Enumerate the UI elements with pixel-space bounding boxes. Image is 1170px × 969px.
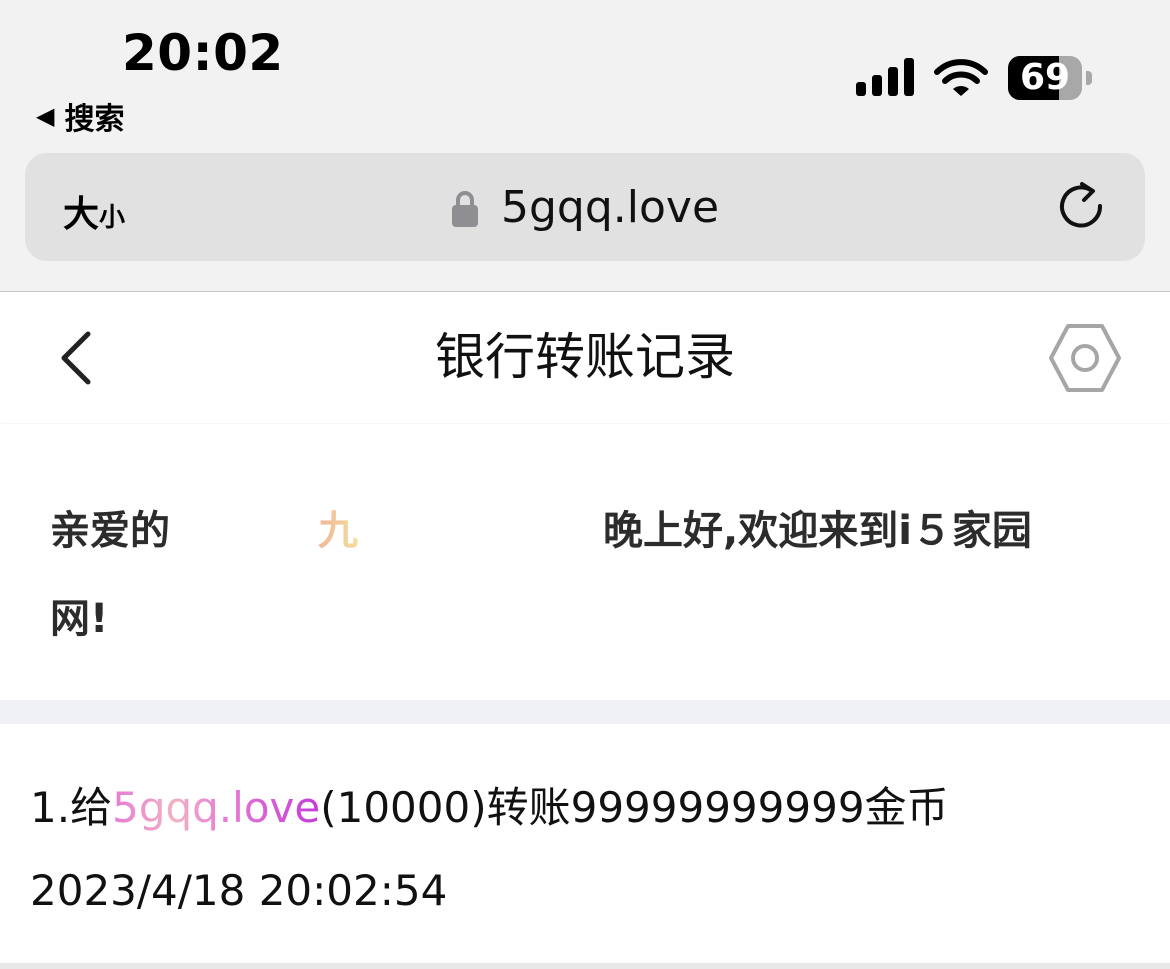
- battery-level: 69: [1019, 57, 1071, 98]
- transfer-record: 1.给5gqq.love(10000)转账99999999999金币 2023/…: [0, 724, 1170, 964]
- url-text: 5gqq.love: [500, 181, 720, 233]
- record-index: 1.: [30, 783, 71, 832]
- record-timestamp: 2023/4/18 20:02:54: [30, 866, 448, 915]
- settings-hexagon-icon[interactable]: [1048, 322, 1122, 394]
- browser-chrome: 20:02 ◀ 搜索 69 大小 5gqq.love: [0, 0, 1170, 292]
- status-time: 20:02: [122, 24, 284, 82]
- page-title: 银行转账记录: [435, 328, 735, 386]
- record-give: 给: [70, 783, 113, 832]
- page-header: 银行转账记录: [0, 292, 1170, 423]
- back-to-app-label: 搜索: [64, 102, 125, 137]
- record-description: 1.给5gqq.love(10000)转账99999999999金币: [30, 774, 949, 835]
- signal-bar: [872, 75, 882, 96]
- signal-bar: [888, 67, 898, 96]
- battery-icon: 69: [1008, 56, 1092, 100]
- welcome-section: 亲爱的 九 晚上好,欢迎来到i５家园 网!: [0, 424, 1170, 700]
- greeting-line2: 网!: [50, 596, 109, 642]
- battery-cap: [1086, 71, 1092, 85]
- lock-icon: [451, 191, 478, 227]
- cellular-signal-icon: [856, 58, 916, 96]
- address-bar[interactable]: 大小 5gqq.love: [25, 153, 1145, 261]
- wifi-icon: [934, 59, 988, 96]
- signal-bar: [856, 82, 866, 96]
- greeting-prefix: 亲爱的: [50, 508, 170, 554]
- back-triangle-icon: ◀: [36, 102, 55, 130]
- signal-bar: [904, 58, 914, 96]
- user-name: 九: [318, 498, 358, 556]
- bottom-divider: [0, 963, 1170, 969]
- battery-body: 69: [1008, 56, 1082, 100]
- reload-icon[interactable]: [1055, 180, 1107, 232]
- back-to-app-button[interactable]: ◀ 搜索: [36, 94, 124, 138]
- greeting-suffix: 晚上好,欢迎来到i５家园: [603, 508, 1032, 554]
- section-divider: [0, 700, 1170, 724]
- record-details: (10000)转账99999999999金币: [320, 783, 949, 832]
- recipient-name[interactable]: 5gqq.love: [112, 783, 320, 832]
- address-field[interactable]: 5gqq.love: [25, 153, 1145, 261]
